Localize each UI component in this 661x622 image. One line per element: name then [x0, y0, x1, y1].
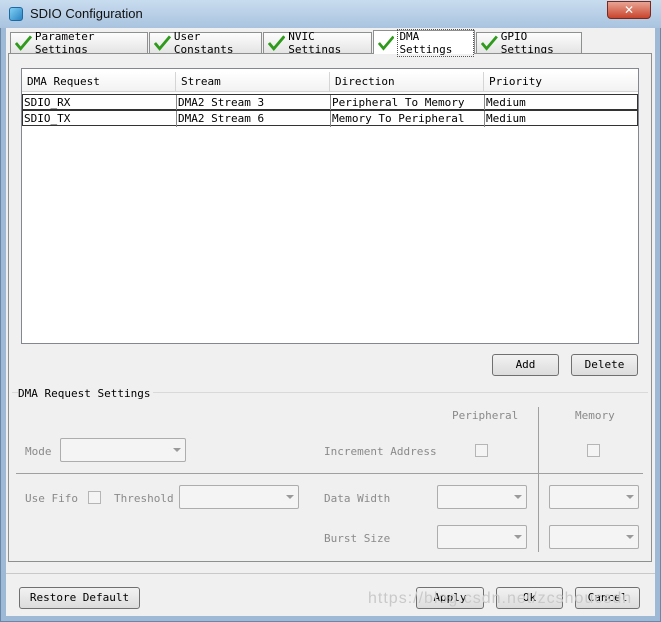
- increment-address-label: Increment Address: [324, 445, 437, 458]
- cell-priority: Medium: [486, 96, 526, 109]
- cell-dma-request: SDIO_TX: [23, 111, 177, 127]
- memory-header: Memory: [575, 409, 615, 422]
- column-header-dma-request[interactable]: DMA Request: [22, 72, 176, 92]
- chevron-down-icon: [173, 448, 181, 452]
- close-button[interactable]: ✕: [607, 1, 651, 19]
- threshold-label: Threshold: [114, 492, 174, 505]
- cell-priority: Medium: [486, 112, 526, 125]
- chevron-down-icon: [286, 495, 294, 499]
- table-row[interactable]: SDIO_RX DMA2 Stream 3 Peripheral To Memo…: [22, 94, 638, 111]
- window-title: SDIO Configuration: [30, 6, 143, 21]
- watermark: https://blog.csdn.net/zcshoucsdn: [368, 590, 633, 607]
- column-header-direction[interactable]: Direction: [330, 72, 484, 92]
- chevron-down-icon: [514, 495, 522, 499]
- table-row[interactable]: SDIO_TX DMA2 Stream 6 Memory To Peripher…: [22, 110, 638, 127]
- chevron-down-icon: [514, 535, 522, 539]
- threshold-select[interactable]: [179, 485, 299, 509]
- column-header-priority[interactable]: Priority: [484, 72, 638, 92]
- use-fifo-label: Use Fifo: [25, 492, 78, 505]
- memory-increment-checkbox[interactable]: [587, 444, 600, 457]
- cell-dma-request: SDIO_RX: [23, 95, 177, 111]
- footer-divider: [6, 573, 655, 574]
- chevron-down-icon: [626, 535, 634, 539]
- cell-stream: DMA2 Stream 3: [177, 95, 331, 111]
- peripheral-header: Peripheral: [452, 409, 519, 422]
- section-divider: [16, 473, 643, 474]
- title-bar[interactable]: SDIO Configuration ✕: [0, 0, 661, 28]
- check-icon: [154, 35, 171, 51]
- use-fifo-checkbox[interactable]: [88, 491, 101, 504]
- cube-icon: [9, 7, 23, 21]
- add-button[interactable]: Add: [492, 354, 559, 376]
- cell-direction: Peripheral To Memory: [331, 95, 485, 111]
- group-label: DMA Request Settings: [18, 387, 154, 400]
- tab-user-constants[interactable]: User Constants: [149, 30, 262, 56]
- check-icon: [481, 35, 498, 51]
- data-width-label: Data Width: [324, 492, 391, 505]
- check-icon: [15, 35, 32, 51]
- peripheral-burst-size-select[interactable]: [437, 525, 527, 549]
- column-header-stream[interactable]: Stream: [176, 72, 330, 92]
- chevron-down-icon: [626, 495, 634, 499]
- tab-dma-settings[interactable]: DMA Settings: [373, 28, 475, 57]
- peripheral-data-width-select[interactable]: [437, 485, 527, 509]
- memory-data-width-select[interactable]: [549, 485, 639, 509]
- delete-button[interactable]: Delete: [571, 354, 638, 376]
- check-icon: [268, 35, 286, 51]
- tab-parameter-settings[interactable]: Parameter Settings: [10, 30, 148, 56]
- restore-default-button[interactable]: Restore Default: [19, 587, 140, 609]
- tab-gpio-settings[interactable]: GPIO Settings: [476, 30, 582, 56]
- burst-size-label: Burst Size: [324, 532, 391, 545]
- column-divider: [538, 407, 539, 552]
- cell-direction: Memory To Peripheral: [331, 111, 485, 127]
- peripheral-increment-checkbox[interactable]: [475, 444, 488, 457]
- check-icon: [378, 35, 395, 51]
- mode-label: Mode: [25, 445, 52, 458]
- memory-burst-size-select[interactable]: [549, 525, 639, 549]
- mode-select[interactable]: [60, 438, 186, 462]
- tab-label: DMA Settings: [397, 28, 474, 57]
- cell-stream: DMA2 Stream 6: [177, 111, 331, 127]
- tab-nvic-settings[interactable]: NVIC Settings: [263, 30, 372, 56]
